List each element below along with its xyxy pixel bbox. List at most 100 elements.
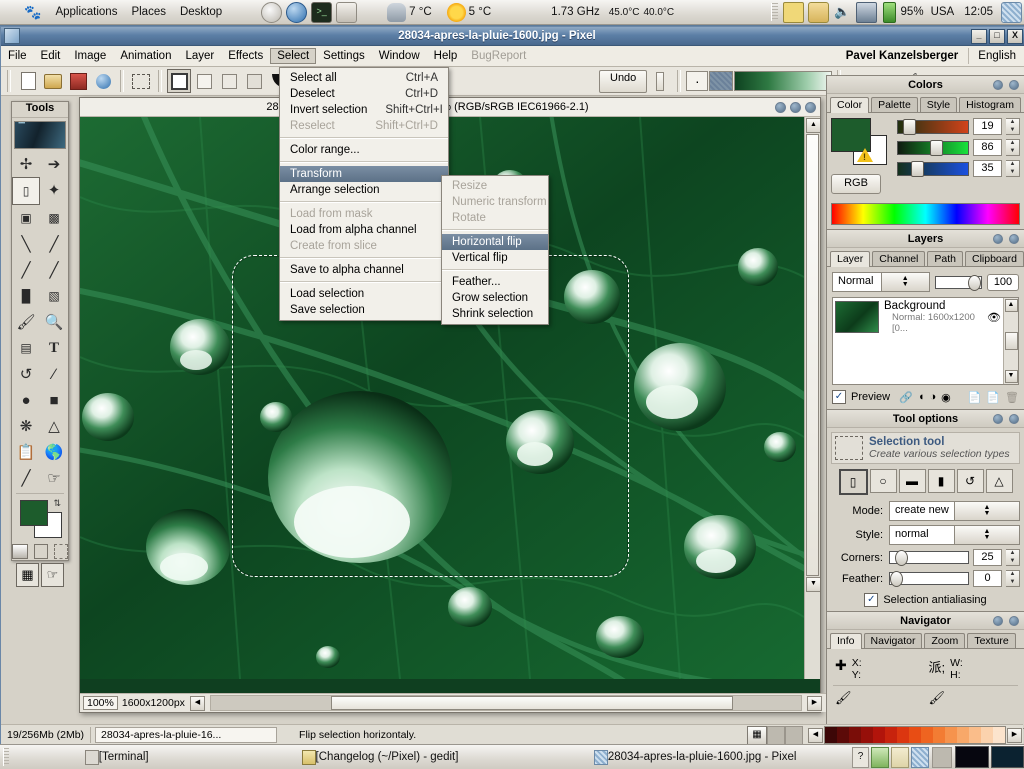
scroll-thumb[interactable]	[1005, 332, 1018, 350]
line-icon[interactable]: ∕	[40, 361, 68, 387]
tab-histogram[interactable]: Histogram	[959, 97, 1021, 112]
duplicate-layer-icon[interactable]: 📄	[986, 391, 1000, 404]
blue-spin-buttons[interactable]: ▲▼	[1006, 160, 1020, 177]
current-file-label[interactable]: 28034-apres-la-pluie-16...	[95, 727, 277, 743]
scroll-right-button[interactable]: ▶	[807, 696, 822, 711]
pattern-swatch-icon[interactable]	[34, 544, 48, 559]
spin-up-icon[interactable]: ▲	[1006, 140, 1019, 148]
menu-animation[interactable]: Animation	[113, 48, 178, 64]
green-channel-row[interactable]: 86 ▲▼	[897, 139, 1020, 156]
places-menu[interactable]: Places	[124, 4, 173, 20]
chat-icon[interactable]	[783, 2, 804, 23]
menu-item-transform[interactable]: Transform	[280, 166, 448, 182]
row-select-icon[interactable]: ▬	[899, 469, 926, 493]
spin-up-icon[interactable]: ▲	[1006, 119, 1019, 127]
gradient-icon[interactable]: ▤	[12, 335, 40, 361]
save-icon[interactable]	[66, 69, 90, 93]
cpu-graph-icon[interactable]	[955, 746, 989, 768]
submenu-item-shrink-selection[interactable]: Shrink selection	[442, 306, 548, 322]
taskbar-grip[interactable]	[3, 748, 9, 766]
rect-select-icon[interactable]: ▯	[12, 177, 40, 205]
feather-slider[interactable]	[889, 572, 969, 585]
foreground-color-swatch[interactable]	[831, 118, 871, 152]
zoom-icon[interactable]: 🔍	[40, 309, 68, 335]
clipboard-icon[interactable]: 📋	[12, 439, 40, 465]
palette-swatch[interactable]	[945, 727, 957, 743]
show-desktop-icon[interactable]	[1001, 2, 1022, 23]
tab-palette[interactable]: Palette	[871, 97, 918, 112]
navigator-close-dot[interactable]	[1009, 616, 1019, 626]
rect-select-icon[interactable]	[129, 69, 153, 93]
lasso-select-icon[interactable]: ↺	[957, 469, 984, 493]
menu-file[interactable]: File	[1, 48, 34, 64]
spin-up-icon[interactable]: ▲	[1006, 550, 1019, 558]
alpha-icon[interactable]: ◉	[941, 391, 951, 404]
colors-collapse-dot[interactable]	[993, 80, 1003, 90]
tab-clipboard[interactable]: Clipboard	[965, 251, 1024, 266]
menu-item-color-range[interactable]: Color range...	[280, 142, 448, 158]
tab-navigator[interactable]: Navigator	[864, 633, 923, 648]
spin-down-icon[interactable]: ▼	[1006, 579, 1019, 587]
web-icon[interactable]	[91, 69, 115, 93]
blue-slider-knob[interactable]	[911, 161, 924, 177]
transform-submenu[interactable]: Resize Numeric transform Rotate Horizont…	[441, 175, 549, 325]
menu-item-deselect[interactable]: DeselectCtrl+D	[280, 86, 448, 102]
chevron-updown-icon[interactable]: ▲▼	[954, 502, 1019, 520]
doc-minimize-dot[interactable]	[775, 102, 786, 113]
eraser-icon[interactable]: ╱	[12, 465, 40, 491]
submenu-item-feather[interactable]: Feather...	[442, 274, 548, 290]
opacity-slider[interactable]	[935, 276, 982, 289]
menu-window[interactable]: Window	[372, 48, 427, 64]
spin-down-icon[interactable]: ▼	[1006, 148, 1019, 156]
palette-swatch[interactable]	[825, 727, 837, 743]
menu-item-select-all[interactable]: Select allCtrl+A	[280, 70, 448, 86]
scroll-left-button[interactable]: ◀	[190, 696, 205, 711]
green-spin-buttons[interactable]: ▲▼	[1006, 139, 1020, 156]
scroll-down-button[interactable]: ▼	[806, 577, 820, 592]
redo-button[interactable]	[648, 69, 672, 93]
feather-spin-buttons[interactable]: ▲▼	[1006, 570, 1020, 587]
palette-swatch[interactable]	[957, 727, 969, 743]
menu-item-arrange-selection[interactable]: Arrange selection	[280, 182, 448, 198]
palette-scroll-left[interactable]: ◀	[808, 728, 823, 743]
tool-options-close-dot[interactable]	[1009, 414, 1019, 424]
chevron-updown-icon[interactable]: ▲▼	[954, 526, 1019, 544]
pen-icon[interactable]: ╱	[40, 257, 68, 283]
palette-swatch[interactable]	[861, 727, 873, 743]
layer-row-background[interactable]: Background Normal: 1600x1200 [0... 👁	[833, 298, 1003, 336]
close-button[interactable]: X	[1007, 29, 1023, 44]
antialias-checkbox[interactable]: ✓	[864, 593, 878, 607]
blue-value[interactable]: 35	[973, 160, 1002, 177]
window-titlebar[interactable]: 28034-apres-la-pluie-1600.jpg - Pixel _ …	[1, 27, 1024, 46]
menu-select[interactable]: Select	[270, 48, 316, 64]
spin-up-icon[interactable]: ▲	[1006, 571, 1019, 579]
zoom-level[interactable]: 100%	[83, 696, 118, 710]
menu-image[interactable]: Image	[67, 48, 113, 64]
menu-item-invert-selection[interactable]: Invert selectionShift+Ctrl+I	[280, 102, 448, 118]
menu-item-save-to-alpha-channel[interactable]: Save to alpha channel	[280, 262, 448, 278]
red-slider-knob[interactable]	[903, 119, 916, 135]
layer-list[interactable]: Background Normal: 1600x1200 [0... 👁 ▲ ▼	[832, 297, 1019, 385]
color-palette-strip[interactable]	[824, 726, 1006, 744]
lasso-icon[interactable]: ↺	[12, 361, 40, 387]
tool-options-buttons[interactable]	[993, 414, 1019, 424]
menu-item-load-from-alpha-channel[interactable]: Load from alpha channel	[280, 222, 448, 238]
canvas-vertical-scrollbar[interactable]: ▲ ▼	[804, 117, 820, 679]
note-icon[interactable]	[891, 747, 909, 768]
palette-swatch[interactable]	[993, 727, 1005, 743]
volume-icon[interactable]: 🔈	[833, 3, 852, 22]
fg-bg-swatches[interactable]	[831, 118, 889, 168]
green-slider-knob[interactable]	[930, 140, 943, 156]
color-spectrum-bar[interactable]	[831, 203, 1020, 225]
pointer-icon[interactable]: ➔	[40, 151, 68, 177]
new-layer-icon[interactable]: 📄	[968, 391, 982, 404]
picker-left[interactable]: 🖌	[835, 690, 923, 706]
palette-swatch[interactable]	[921, 727, 933, 743]
eyedropper-icon[interactable]: 🖌	[12, 309, 40, 335]
opacity-slider-thumb[interactable]	[968, 275, 981, 291]
antialias-row[interactable]: ✓ Selection antialiasing	[831, 593, 1020, 607]
polygon-icon[interactable]: △	[40, 413, 68, 439]
menu-effects[interactable]: Effects	[221, 48, 270, 64]
delete-layer-icon[interactable]: 🗑	[1005, 391, 1019, 404]
help-icon[interactable]: ?	[852, 747, 870, 768]
